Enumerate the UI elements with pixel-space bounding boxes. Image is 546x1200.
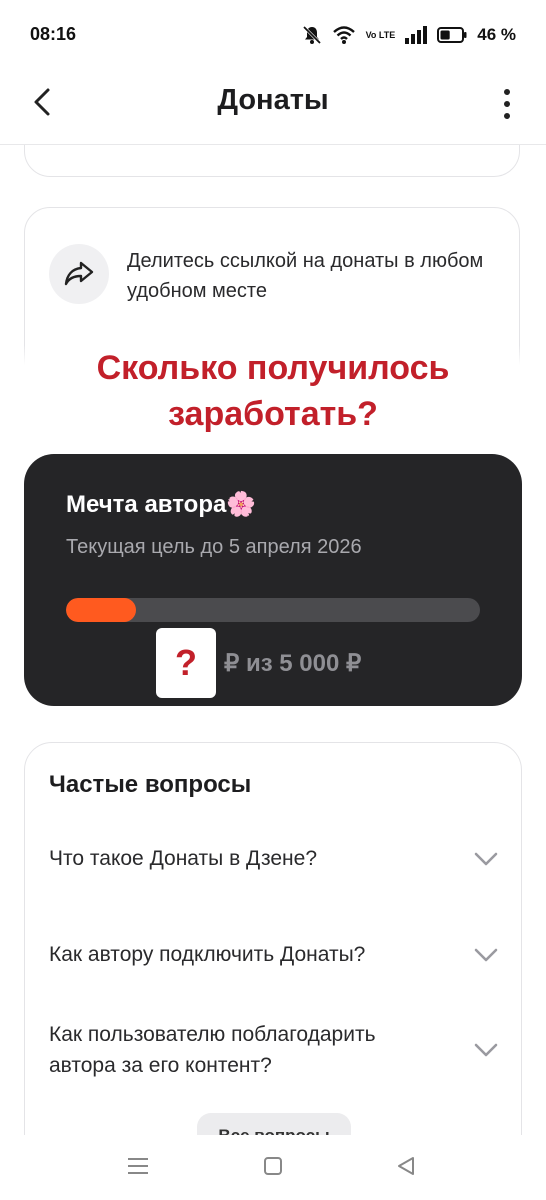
faq-title: Частые вопросы <box>49 771 252 798</box>
goal-progress-fill <box>66 598 137 622</box>
home-button[interactable] <box>253 1150 293 1186</box>
hidden-amount-box: ? <box>156 628 216 698</box>
signal-icon <box>405 26 428 44</box>
faq-question: Как пользователю поблагодарить автора за… <box>49 1023 376 1077</box>
battery-percent: 46 % <box>477 25 516 44</box>
chevron-down-icon <box>473 942 499 968</box>
recent-apps-button[interactable] <box>118 1150 158 1186</box>
earnings-question-overlay: Сколько получилось заработать? <box>0 345 546 437</box>
goal-amount-text: ₽ из 5 000 ₽ <box>224 649 362 677</box>
more-options-button[interactable] <box>492 84 522 124</box>
goal-title-text: Мечта автора <box>66 490 227 518</box>
faq-card: Частые вопросы Что такое Донаты в Дзене?… <box>24 742 522 1135</box>
system-nav-bar <box>0 1136 546 1200</box>
goal-amount: ? ₽ из 5 000 ₽ <box>156 628 361 698</box>
back-triangle-icon <box>396 1156 416 1181</box>
share-arrow-icon <box>49 244 109 304</box>
chevron-down-icon <box>473 1037 499 1063</box>
previous-card <box>24 145 520 177</box>
more-dot <box>504 101 510 107</box>
status-icons: Vo LTE 46 % <box>302 22 516 48</box>
share-card-text: Делитесь ссылкой на донаты в любом удобн… <box>127 250 484 302</box>
home-icon <box>263 1156 283 1181</box>
content-scroll-area[interactable]: Делитесь ссылкой на донаты в любом удобн… <box>0 145 546 1135</box>
status-bar: 08:16 Vo LTE 46 % <box>0 0 546 70</box>
all-questions-button[interactable]: Все вопросы <box>197 1113 351 1135</box>
battery-icon <box>437 27 467 43</box>
goal-card: Мечта автора 🌸 Текущая цель до 5 апреля … <box>24 454 522 706</box>
status-time: 08:16 <box>30 24 77 44</box>
goal-progress-bar <box>66 598 480 622</box>
faq-item[interactable]: Как автору подключить Донаты? <box>49 939 499 970</box>
goal-subtitle: Текущая цель до 5 апреля 2026 <box>66 536 362 558</box>
flower-emoji-icon: 🌸 <box>226 491 257 518</box>
page-title: Донаты <box>217 84 329 116</box>
more-vertical-icon <box>504 89 510 95</box>
faq-question: Что такое Донаты в Дзене? <box>49 847 318 870</box>
faq-item[interactable]: Что такое Донаты в Дзене? <box>49 843 499 874</box>
volte-indicator: Vo LTE <box>365 29 396 40</box>
nav-back-button[interactable] <box>386 1150 426 1186</box>
wifi-icon <box>332 25 356 45</box>
faq-question: Как автору подключить Донаты? <box>49 943 366 966</box>
goal-title: Мечта автора 🌸 <box>66 490 256 519</box>
chevron-down-icon <box>473 846 499 872</box>
menu-icon <box>127 1157 149 1180</box>
app-bar: Донаты <box>0 70 546 145</box>
faq-item[interactable]: Как пользователю поблагодарить автора за… <box>49 1019 499 1081</box>
bell-muted-icon <box>302 25 322 45</box>
more-dot <box>504 113 510 119</box>
